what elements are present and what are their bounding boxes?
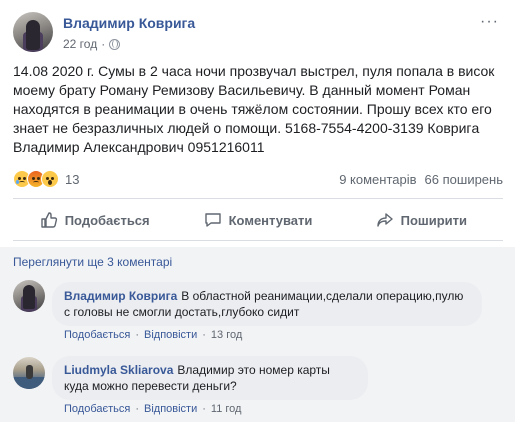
wow-reaction-icon <box>41 170 59 188</box>
divider <box>13 240 503 241</box>
globe-icon <box>109 38 121 50</box>
divider <box>13 198 503 199</box>
comment-icon <box>204 213 221 227</box>
comments-count-link[interactable]: 9 коментарів <box>339 172 416 187</box>
comment-author[interactable]: Владимир Ковригa <box>64 289 177 303</box>
comment-reply-link[interactable]: Відповісти <box>144 403 197 415</box>
like-button[interactable]: Подобається <box>13 204 176 236</box>
share-label: Поширити <box>400 212 468 228</box>
more-options-icon[interactable]: ··· <box>480 14 499 30</box>
post-timestamp[interactable]: 22 год <box>63 37 97 51</box>
comment-bubble: Liudmyla Skliarova Владимир это номер кар… <box>52 356 368 400</box>
reaction-count: 13 <box>65 171 80 187</box>
like-label: Подобається <box>64 212 150 228</box>
post-stats: 9 коментарів 66 поширень <box>339 172 503 187</box>
post-meta: 22 год · <box>63 37 121 51</box>
comment-like-link[interactable]: Подобається <box>64 329 130 341</box>
author-avatar[interactable] <box>13 12 53 52</box>
view-more-comments-link[interactable]: Переглянути ще 3 коментарі <box>13 255 172 269</box>
comment-button[interactable]: Коментувати <box>176 204 339 236</box>
share-button[interactable]: Поширити <box>340 204 503 236</box>
comment-author[interactable]: Liudmyla Skliarova <box>64 363 173 377</box>
comment-actions: Подобається · Відповісти · 11 год <box>64 403 242 415</box>
comment-actions: Подобається · Відповісти · 13 год <box>64 329 243 341</box>
shares-count-link[interactable]: 66 поширень <box>425 172 503 187</box>
like-icon <box>41 212 57 228</box>
post-author-name[interactable]: Владимир Ковригa <box>63 15 195 31</box>
comment-avatar[interactable] <box>13 357 45 389</box>
comment-bubble: Владимир Ковригa В областной реанимации,с… <box>52 282 482 326</box>
reactions-bar: 13 9 коментарів 66 поширень <box>13 170 503 190</box>
comment-reply-link[interactable]: Відповісти <box>144 329 197 341</box>
post-header: Владимир Ковригa 22 год · ··· <box>13 12 503 60</box>
comment-timestamp[interactable]: 11 год <box>211 403 242 415</box>
comment-avatar[interactable] <box>13 280 45 312</box>
post-actions: Подобається Коментувати Поширити <box>13 204 503 236</box>
comment-timestamp[interactable]: 13 год <box>211 329 242 341</box>
share-icon <box>376 213 393 227</box>
reaction-summary[interactable]: 13 <box>13 170 79 188</box>
post-text: 14.08 2020 г. Сумы в 2 часа ночи прозвуч… <box>13 63 495 155</box>
comment-like-link[interactable]: Подобається <box>64 403 130 415</box>
comment-label: Коментувати <box>228 212 313 228</box>
